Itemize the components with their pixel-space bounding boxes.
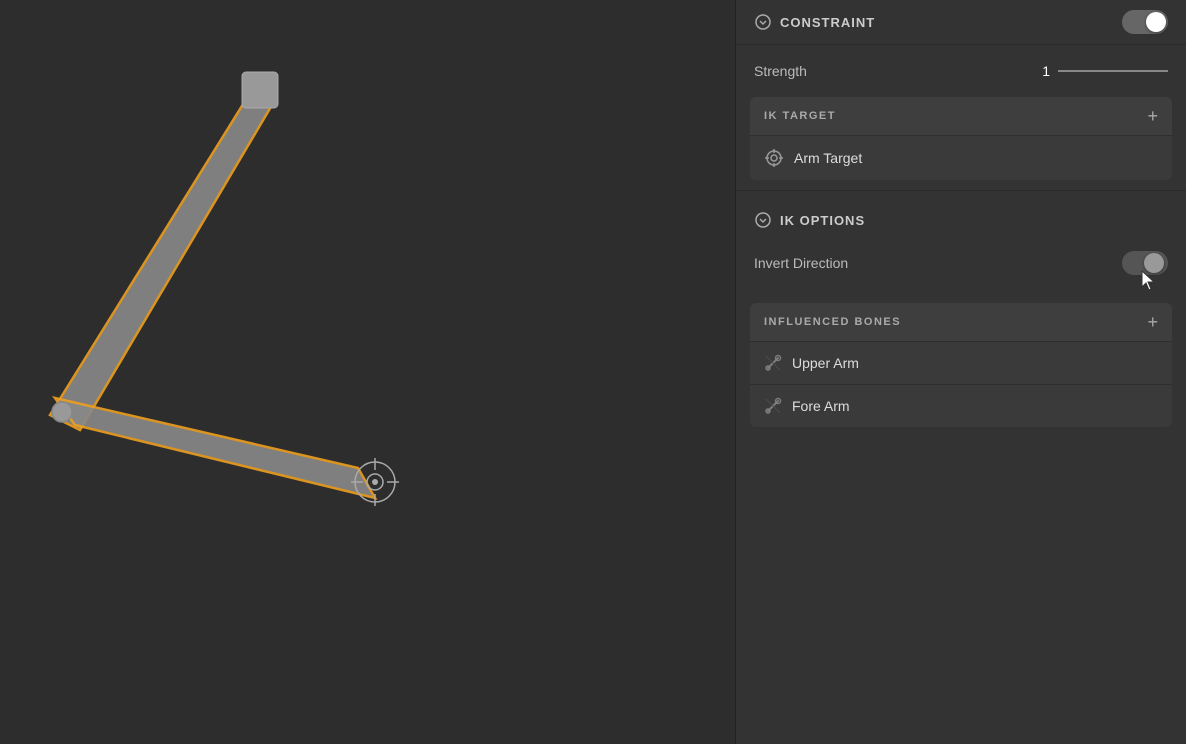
- constraint-title: CONSTRAINT: [780, 15, 875, 30]
- fore-arm-label: Fore Arm: [792, 398, 850, 414]
- bone-icon-upper-arm: [764, 354, 782, 372]
- bone-icon-fore-arm: [764, 397, 782, 415]
- canvas-area: [0, 0, 735, 744]
- chevron-down-icon: [754, 13, 772, 31]
- invert-toggle-container: [1122, 251, 1168, 275]
- properties-panel: CONSTRAINT Strength 1 IK TARGET +: [735, 0, 1186, 744]
- influenced-bones-title: INFLUENCED BONES: [764, 316, 901, 328]
- ik-options-title: IK OPTIONS: [780, 213, 865, 228]
- upper-arm-item[interactable]: Upper Arm: [750, 341, 1172, 384]
- fore-arm-item[interactable]: Fore Arm: [750, 384, 1172, 427]
- invert-direction-row: Invert Direction: [736, 239, 1186, 293]
- arm-target-item[interactable]: Arm Target: [750, 135, 1172, 180]
- target-icon: [764, 148, 784, 168]
- strength-row: Strength 1: [736, 45, 1186, 87]
- strength-label: Strength: [754, 63, 807, 79]
- ik-target-title: IK TARGET: [764, 110, 836, 122]
- elbow-joint: [52, 402, 72, 422]
- constraint-left: CONSTRAINT: [754, 13, 875, 31]
- strength-value: 1: [1030, 63, 1050, 79]
- invert-toggle-knob: [1144, 253, 1164, 273]
- constraint-toggle[interactable]: [1122, 10, 1168, 34]
- influenced-bones-add-button[interactable]: +: [1147, 313, 1158, 331]
- strength-slider-fill: [1058, 70, 1168, 72]
- influenced-bones-section: INFLUENCED BONES + Upper Arm Fore Arm: [750, 303, 1172, 427]
- constraint-header: CONSTRAINT: [736, 0, 1186, 45]
- ik-target-section: IK TARGET + Arm Target: [750, 97, 1172, 180]
- arm-target-label: Arm Target: [794, 150, 862, 166]
- invert-direction-label: Invert Direction: [754, 255, 848, 271]
- ik-options-chevron-icon: [754, 211, 772, 229]
- strength-value-area: 1: [1030, 63, 1168, 79]
- invert-direction-toggle[interactable]: [1122, 251, 1168, 275]
- influenced-bones-header: INFLUENCED BONES +: [750, 303, 1172, 341]
- divider-1: [736, 190, 1186, 191]
- strength-slider[interactable]: [1058, 70, 1168, 72]
- bone-rig-svg: [0, 0, 735, 744]
- toggle-knob: [1146, 12, 1166, 32]
- ik-options-header: IK OPTIONS: [736, 201, 1186, 239]
- ik-target-add-button[interactable]: +: [1147, 107, 1158, 125]
- ik-target-header: IK TARGET +: [750, 97, 1172, 135]
- upper-arm-label: Upper Arm: [792, 355, 859, 371]
